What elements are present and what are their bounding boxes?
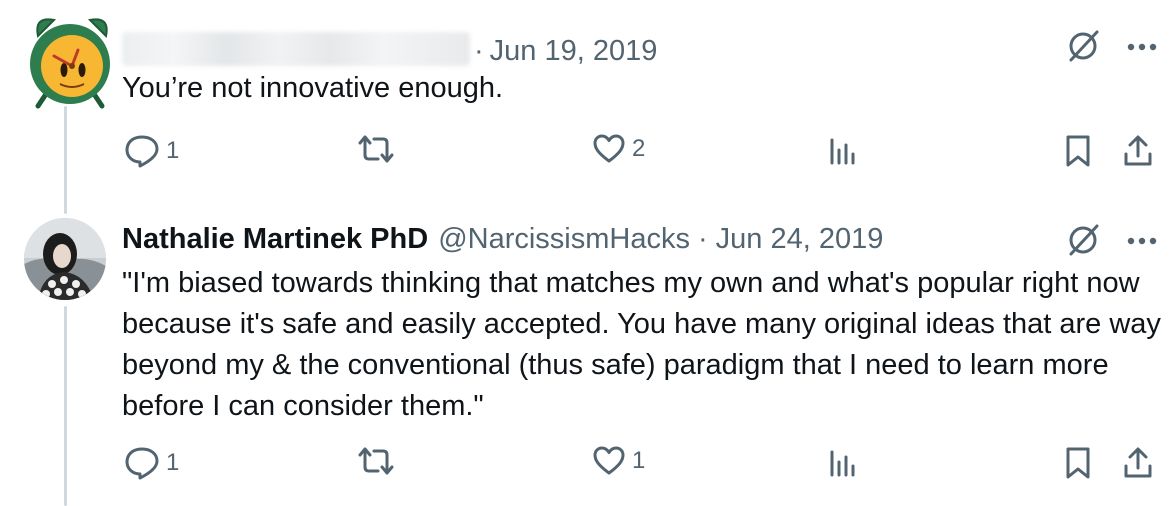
more-icon[interactable] <box>1127 39 1157 57</box>
display-name[interactable]: Nathalie Martinek PhD <box>122 223 428 256</box>
share-button[interactable] <box>1122 134 1154 168</box>
tweet-header: Nathalie Martinek PhD @NarcissismHacks ·… <box>122 223 883 256</box>
redacted-display-name[interactable] <box>122 32 470 66</box>
bookmark-button[interactable] <box>1064 134 1092 168</box>
tweet-corner-actions <box>1067 28 1157 67</box>
like-button[interactable]: 1 <box>592 446 645 476</box>
reply-button[interactable]: 1 <box>124 134 179 168</box>
tweet-action-bar: 1 1 <box>0 446 1175 486</box>
like-icon <box>593 446 625 475</box>
tweet-header: · Jun 19, 2019 <box>122 26 657 68</box>
share-icon <box>1124 135 1152 166</box>
like-button[interactable]: 2 <box>592 134 645 164</box>
tweet-action-bar: 1 2 <box>0 134 1175 174</box>
like-count: 2 <box>632 135 646 162</box>
tweet-corner-actions <box>1067 222 1157 261</box>
views-icon <box>830 138 855 165</box>
bookmark-icon <box>1066 447 1090 479</box>
reply-icon <box>125 135 159 168</box>
reply-button[interactable]: 1 <box>124 446 179 480</box>
tweet-1[interactable]: · Jun 19, 2019 You’re not innovative eno… <box>0 0 1175 210</box>
profile-photo <box>24 218 106 300</box>
share-button[interactable] <box>1122 446 1154 480</box>
tweet-text: You’re not innovative enough. <box>122 72 504 104</box>
header-separator: · <box>474 35 484 67</box>
user-handle[interactable]: @NarcissismHacks <box>438 223 690 256</box>
tweet-date[interactable]: Jun 19, 2019 <box>490 35 658 68</box>
retweet-button[interactable] <box>356 134 402 164</box>
grok-slash-icon[interactable] <box>1067 28 1101 67</box>
share-icon <box>1124 447 1152 478</box>
tweet-2[interactable]: Nathalie Martinek PhD @NarcissismHacks ·… <box>0 210 1175 506</box>
retweet-icon <box>358 447 394 475</box>
avatar[interactable] <box>24 10 110 109</box>
views-button[interactable] <box>828 134 866 166</box>
bookmark-icon <box>1066 135 1090 167</box>
grok-slash-icon[interactable] <box>1067 222 1101 261</box>
retweet-button[interactable] <box>356 446 402 476</box>
like-count: 1 <box>632 447 646 474</box>
bookmark-button[interactable] <box>1064 446 1092 480</box>
like-icon <box>593 134 625 163</box>
more-icon[interactable] <box>1127 233 1157 251</box>
views-button[interactable] <box>828 446 866 478</box>
reply-icon <box>125 447 159 480</box>
reply-count: 1 <box>166 449 180 476</box>
reply-count: 1 <box>166 137 180 164</box>
views-icon <box>830 450 855 477</box>
tweet-date[interactable]: Jun 24, 2019 <box>716 223 884 256</box>
retweet-icon <box>358 135 394 163</box>
avatar[interactable] <box>24 218 106 300</box>
header-separator: · <box>697 223 708 255</box>
alarm-clock-emoji-icon <box>30 18 110 109</box>
tweet-text: "I'm biased towards thinking that matche… <box>122 267 1161 422</box>
